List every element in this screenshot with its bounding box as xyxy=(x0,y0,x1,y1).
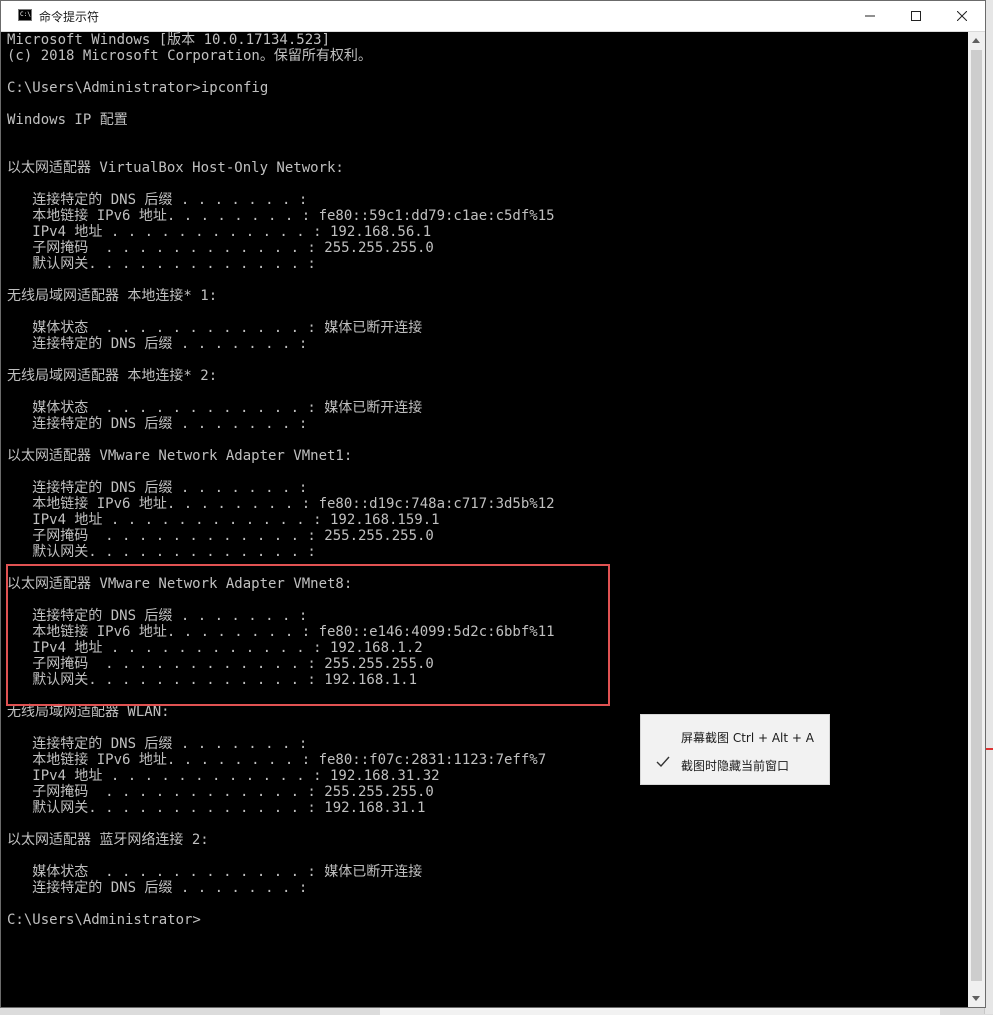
console-line: 本地链接 IPv6 地址. . . . . . . . : fe80::e146… xyxy=(7,624,555,640)
console-line: 连接特定的 DNS 后缀 . . . . . . . : xyxy=(7,736,308,752)
title-bar[interactable]: C:\ 命令提示符 xyxy=(1,1,985,32)
console-line: 无线局域网适配器 本地连接* 1: xyxy=(7,288,218,304)
console-line: C:\Users\Administrator>ipconfig xyxy=(7,80,269,96)
minimize-button[interactable] xyxy=(847,1,893,31)
window-title: 命令提示符 xyxy=(39,10,100,24)
console-line: C:\Users\Administrator> xyxy=(7,912,201,928)
console-line: IPv4 地址 . . . . . . . . . . . . : 192.16… xyxy=(7,512,440,528)
console-line: 以太网适配器 VMware Network Adapter VMnet1: xyxy=(7,448,353,464)
scroll-down-icon[interactable] xyxy=(972,996,980,1001)
console-line: Microsoft Windows [版本 10.0.17134.523] xyxy=(7,32,331,48)
menu-item-hide-window[interactable]: 截图时隐藏当前窗口 xyxy=(641,751,829,777)
console-line: 子网掩码 . . . . . . . . . . . . : 255.255.2… xyxy=(7,528,434,544)
console-line: 连接特定的 DNS 后缀 . . . . . . . : xyxy=(7,416,308,432)
minimize-icon xyxy=(865,15,875,17)
console-line: 连接特定的 DNS 后缀 . . . . . . . : xyxy=(7,192,308,208)
console-line: 连接特定的 DNS 后缀 . . . . . . . : xyxy=(7,480,308,496)
console-line: IPv4 地址 . . . . . . . . . . . . : 192.16… xyxy=(7,640,423,656)
screenshot-context-menu: 屏幕截图 Ctrl + Alt + A 截图时隐藏当前窗口 xyxy=(640,714,830,785)
vertical-scrollbar[interactable] xyxy=(968,32,985,1007)
background-red-marker xyxy=(985,748,993,750)
console-line: (c) 2018 Microsoft Corporation。保留所有权利。 xyxy=(7,48,372,64)
menu-item-screenshot-label: 屏幕截图 Ctrl + Alt + A xyxy=(681,731,814,745)
maximize-button[interactable] xyxy=(893,1,939,31)
menu-item-screenshot[interactable]: 屏幕截图 Ctrl + Alt + A xyxy=(641,723,829,749)
console-line: 以太网适配器 VMware Network Adapter VMnet8: xyxy=(7,576,353,592)
scroll-thumb[interactable] xyxy=(971,50,982,981)
console-line: 以太网适配器 蓝牙网络连接 2: xyxy=(7,832,209,848)
console-line: 以太网适配器 VirtualBox Host-Only Network: xyxy=(7,160,344,176)
console-line: IPv4 地址 . . . . . . . . . . . . : 192.16… xyxy=(7,768,440,784)
scroll-up-icon[interactable] xyxy=(972,38,980,43)
console-line: 媒体状态 . . . . . . . . . . . . : 媒体已断开连接 xyxy=(7,864,423,880)
console-line: 默认网关. . . . . . . . . . . . . : xyxy=(7,544,316,560)
console-line: 无线局域网适配器 本地连接* 2: xyxy=(7,368,218,384)
maximize-icon xyxy=(911,11,921,21)
command-prompt-icon: C:\ xyxy=(18,9,32,21)
console-line: IPv4 地址 . . . . . . . . . . . . : 192.16… xyxy=(7,224,432,240)
close-icon xyxy=(957,11,967,21)
console-output: Microsoft Windows [版本 10.0.17134.523] (c… xyxy=(7,32,555,944)
console-line: 媒体状态 . . . . . . . . . . . . : 媒体已断开连接 xyxy=(7,320,423,336)
console-line: 连接特定的 DNS 后缀 . . . . . . . : xyxy=(7,880,308,896)
console-line: 无线局域网适配器 WLAN: xyxy=(7,704,170,720)
console-line: 本地链接 IPv6 地址. . . . . . . . : fe80::d19c… xyxy=(7,496,555,512)
console-line: 媒体状态 . . . . . . . . . . . . : 媒体已断开连接 xyxy=(7,400,423,416)
console-line: 本地链接 IPv6 地址. . . . . . . . : fe80::59c1… xyxy=(7,208,555,224)
window-controls xyxy=(847,1,985,31)
console-line: 子网掩码 . . . . . . . . . . . . : 255.255.2… xyxy=(7,784,434,800)
console-line: 默认网关. . . . . . . . . . . . . : 192.168.… xyxy=(7,672,418,688)
console-line: 本地链接 IPv6 地址. . . . . . . . : fe80::f07c… xyxy=(7,752,547,768)
console-line: 子网掩码 . . . . . . . . . . . . : 255.255.2… xyxy=(7,656,434,672)
console-line: 子网掩码 . . . . . . . . . . . . : 255.255.2… xyxy=(7,240,434,256)
check-icon xyxy=(656,756,670,768)
console-line: 连接特定的 DNS 后缀 . . . . . . . : xyxy=(7,608,308,624)
console-line: 默认网关. . . . . . . . . . . . . : 192.168.… xyxy=(7,800,426,816)
console-output-area[interactable]: Microsoft Windows [版本 10.0.17134.523] (c… xyxy=(1,32,969,1007)
menu-item-hide-window-label: 截图时隐藏当前窗口 xyxy=(681,759,790,773)
command-prompt-window: C:\ 命令提示符 Microsoft Windows [版本 10.0.171… xyxy=(0,0,986,1008)
console-line: 连接特定的 DNS 后缀 . . . . . . . : xyxy=(7,336,308,352)
close-button[interactable] xyxy=(939,1,985,31)
console-line: 默认网关. . . . . . . . . . . . . : xyxy=(7,256,316,272)
console-line: Windows IP 配置 xyxy=(7,112,128,128)
